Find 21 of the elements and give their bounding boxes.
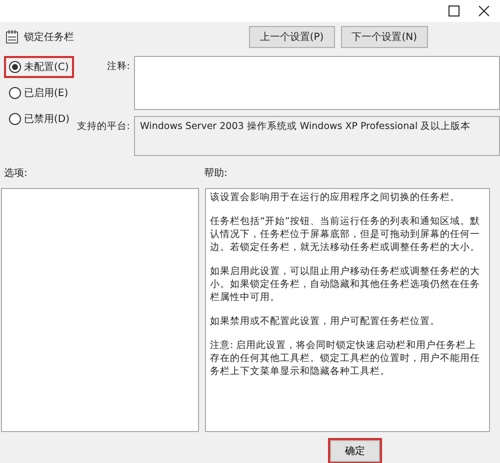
help-paragraph: 如果启用此设置，可以阻止用户移动任务栏或调整任务栏的大小。如果锁定任务栏，自动隐藏和其他任务栏选项仍然在任务栏属性中可用。 <box>210 265 481 304</box>
help-paragraph: 任务栏包括“开始”按钮、当前运行任务的列表和通知区域。默认情况下，任务栏位于屏幕底部，但是可拖动到屏幕的任何一边。若锁定任务栏，就无法移动任务栏或调整任务栏的大小。 <box>210 215 481 254</box>
comment-field[interactable] <box>134 56 500 110</box>
radio-option[interactable]: 已禁用(D) <box>4 108 75 130</box>
maximize-icon[interactable] <box>448 5 460 17</box>
help-paragraph: 该设置会影响用于在运行的应用程序之间切换的任务栏。 <box>210 191 461 204</box>
window-title: 锁定任务栏 <box>24 30 74 44</box>
platform-field: Windows Server 2003 操作系统或 Windows XP Professional 及以上版本 <box>134 116 500 156</box>
radio-option[interactable]: 未配置(C) <box>4 56 74 78</box>
help-label: 帮助: <box>204 166 228 180</box>
ok-button[interactable]: 确定 <box>330 440 380 462</box>
nav-button[interactable]: 上一个设置(P) <box>248 26 335 48</box>
comment-label: 注释: <box>106 60 131 74</box>
options-label: 选项: <box>4 166 28 180</box>
policy-icon <box>6 30 18 44</box>
help-paragraph: 注意: 启用此设置，将会同时锁定快速启动栏和用户任务栏上存在的任何其他工具栏。锁定工具栏的位置时，用户不能用任务栏上下文菜单显示和隐藏各种工具栏。 <box>210 339 481 378</box>
platform-label: 支持的平台: <box>76 120 131 134</box>
help-paragraph: 如果禁用或不配置此设置，用户可配置任务栏位置。 <box>210 315 441 328</box>
radio-option[interactable]: 已启用(E) <box>4 82 74 104</box>
close-icon[interactable] <box>478 5 490 17</box>
nav-button[interactable]: 下一个设置(N) <box>340 26 428 48</box>
